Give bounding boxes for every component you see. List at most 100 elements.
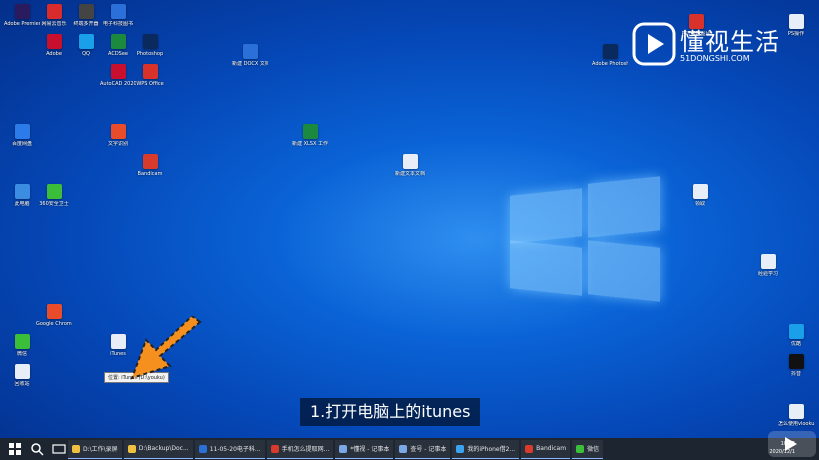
taskbar-button-label: 11-05-20电子科... xyxy=(209,446,261,453)
app-icon xyxy=(14,334,30,349)
desktop-icon[interactable]: Google Chrome xyxy=(36,304,72,327)
app-icon xyxy=(46,34,62,49)
desktop-icon-label: 怎么使用vlookup xyxy=(778,421,814,427)
app-icon xyxy=(14,364,30,379)
desktop-icon[interactable]: Adobe Photoshop xyxy=(592,44,628,67)
watermark-title: 懂视生活 xyxy=(680,28,780,56)
taskbar-app-icon xyxy=(270,444,279,453)
desktop-icon[interactable]: 文字识别 xyxy=(100,124,136,147)
app-icon xyxy=(110,4,126,19)
windows-logo xyxy=(510,176,660,302)
taskbar-button[interactable]: *懂视 - 记事本 xyxy=(335,439,394,459)
taskbar-button[interactable]: 微信 xyxy=(572,439,604,459)
desktop-icon-label: Adobe Premiere xyxy=(4,21,40,27)
taskbar-app-icon xyxy=(198,444,207,453)
desktop-icon[interactable]: Photoshop xyxy=(132,34,168,57)
taskbar-app-icon xyxy=(72,444,80,453)
taskbar-button[interactable]: Bandicam xyxy=(521,439,571,459)
arrow-shape xyxy=(130,316,202,380)
task-view-icon[interactable] xyxy=(52,442,66,456)
desktop-icon[interactable]: Adobe Premiere xyxy=(4,4,40,27)
desktop-icon[interactable]: 网易云音乐 xyxy=(36,4,72,27)
taskbar-button-label: 微信 xyxy=(587,446,600,453)
app-icon xyxy=(242,44,258,59)
desktop-icon-label: QQ xyxy=(82,51,90,57)
desktop-icon-label: 文字识别 xyxy=(107,141,128,147)
desktop-icon[interactable]: 新建文本文档 xyxy=(392,154,428,177)
app-icon xyxy=(788,354,804,369)
app-icon xyxy=(78,34,94,49)
app-icon xyxy=(760,254,776,269)
brand-logo-icon xyxy=(632,22,676,66)
app-icon xyxy=(110,64,126,79)
taskbar-button-label: *懂视 - 记事本 xyxy=(350,446,390,453)
app-icon xyxy=(46,184,62,199)
taskbar-button[interactable]: D:\工作\录屏 xyxy=(68,439,122,459)
desktop-icon-label: 抖音 xyxy=(790,371,801,377)
taskbar-app-icon xyxy=(456,444,465,453)
desktop-icon[interactable]: 360安全卫士 xyxy=(36,184,72,207)
desktop-icon[interactable]: 微信 xyxy=(4,334,40,357)
app-icon xyxy=(14,4,30,19)
app-icon xyxy=(142,64,158,79)
app-icon xyxy=(78,4,94,19)
desktop-icon[interactable]: ACDSee xyxy=(100,34,136,57)
watermark-url: 51DONGSHI.COM xyxy=(680,54,750,63)
desktop-icon-label: Google Chrome xyxy=(36,321,72,327)
app-icon xyxy=(14,124,30,139)
desktop-icon[interactable]: 怎么使用vlookup xyxy=(778,404,814,427)
desktop-icon[interactable]: 领取 xyxy=(682,184,718,207)
desktop-icon-label: AutoCAD 2020 xyxy=(100,81,136,87)
taskbar: D:\工作\录屏 D:\Backup\Doc... 11-05-20电子科... 手机… xyxy=(0,438,819,460)
desktop-icon[interactable]: 回收站 xyxy=(4,364,40,387)
desktop-icon-label: 电子科技图书 xyxy=(102,21,133,27)
app-icon xyxy=(14,184,30,199)
taskbar-button[interactable]: 我的iPhone借2... xyxy=(452,439,520,459)
desktop-icon-label: ACDSee xyxy=(108,51,128,57)
desktop-icon-label: Adobe xyxy=(46,51,62,57)
corner-brand-logo-icon xyxy=(768,431,816,457)
desktop-icon[interactable]: 终端多开器 xyxy=(68,4,104,27)
desktop-icon[interactable]: 新建 DOCX 文档 xyxy=(232,44,268,67)
desktop-icon-label: 360安全卫士 xyxy=(39,201,69,207)
desktop-icon[interactable]: WPS Office xyxy=(132,64,168,87)
desktop-icon-label: WPS Office xyxy=(136,81,164,87)
desktop-icon-label: Adobe Photoshop xyxy=(592,61,628,67)
app-icon xyxy=(46,304,62,319)
desktop-icon[interactable]: Bandicam xyxy=(132,154,168,177)
desktop-icon-label: Bandicam xyxy=(137,171,163,177)
desktop-icon-label: 微信 xyxy=(16,351,27,357)
app-icon xyxy=(692,184,708,199)
taskbar-app-icon xyxy=(127,444,136,453)
taskbar-app-icon xyxy=(576,444,585,453)
taskbar-buttons: D:\工作\录屏 D:\Backup\Doc... 11-05-20电子科... 手机… xyxy=(66,439,604,459)
taskbar-button-label: 手机怎么提取网... xyxy=(281,446,330,453)
desktop-icon-label: 领取 xyxy=(694,201,705,207)
desktop-icon[interactable]: 经验学习 xyxy=(750,254,786,277)
taskbar-button-label: D:\Backup\Doc... xyxy=(138,445,189,452)
desktop-icon[interactable]: 新建 XLSX 工作表 xyxy=(292,124,328,147)
taskbar-app-icon xyxy=(399,444,408,453)
desktop-icon[interactable]: 电子科技图书 xyxy=(100,4,136,27)
app-icon xyxy=(302,124,318,139)
watermark: 懂视生活 51DONGSHI.COM xyxy=(632,20,812,76)
desktop-icon[interactable]: 此电脑 xyxy=(4,184,40,207)
desktop-icon[interactable]: AutoCAD 2020 xyxy=(100,64,136,87)
taskbar-button[interactable]: 手机怎么提取网... xyxy=(266,439,334,459)
desktop-icon[interactable]: 优酷 xyxy=(778,324,814,347)
desktop-icon-label: 优酷 xyxy=(790,341,801,347)
desktop-icon-label: 新建 XLSX 工作表 xyxy=(292,141,328,147)
app-icon xyxy=(46,4,62,19)
taskbar-button[interactable]: D:\Backup\Doc... xyxy=(123,439,193,459)
taskbar-button-label: 查号 - 记事本 xyxy=(410,446,447,453)
taskbar-button[interactable]: 查号 - 记事本 xyxy=(395,439,451,459)
desktop-icon-label: 经验学习 xyxy=(757,271,778,277)
desktop-icon[interactable]: 抖音 xyxy=(778,354,814,377)
taskbar-button[interactable]: 11-05-20电子科... xyxy=(194,439,265,459)
search-icon[interactable] xyxy=(30,442,44,456)
desktop-icon[interactable]: QQ xyxy=(68,34,104,57)
desktop-icon[interactable]: Adobe xyxy=(36,34,72,57)
taskbar-app-icon xyxy=(339,444,348,453)
desktop-icon[interactable]: 百度网盘 xyxy=(4,124,40,147)
start-icon[interactable] xyxy=(8,442,22,456)
